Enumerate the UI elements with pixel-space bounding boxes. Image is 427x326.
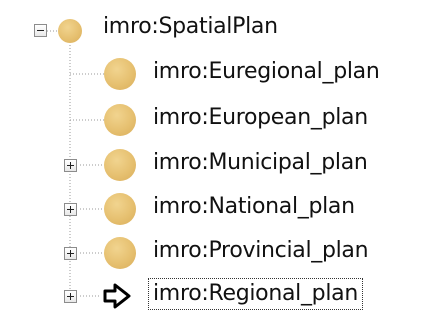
tree-node-label: imro:European_plan <box>153 105 368 130</box>
arrow-right-icon <box>103 283 131 309</box>
class-icon <box>58 19 82 43</box>
collapse-toggle[interactable] <box>34 24 47 37</box>
expand-toggle[interactable] <box>64 203 77 216</box>
tree-node-label: imro:Regional_plan <box>148 278 363 310</box>
tree-node-european-plan[interactable]: imro:European_plan <box>0 100 427 140</box>
tree-node-provincial-plan[interactable]: imro:Provincial_plan <box>0 233 427 273</box>
class-hierarchy-tree: imro:SpatialPlan imro:Euregional_plan im… <box>0 0 427 326</box>
class-icon <box>104 58 136 90</box>
expand-toggle[interactable] <box>64 159 77 172</box>
tree-node-national-plan[interactable]: imro:National_plan <box>0 189 427 229</box>
tree-node-regional-plan[interactable]: imro:Regional_plan <box>0 276 427 316</box>
class-icon <box>104 193 136 225</box>
tree-node-label: imro:SpatialPlan <box>103 14 278 39</box>
tree-node-euregional-plan[interactable]: imro:Euregional_plan <box>0 54 427 94</box>
class-icon <box>104 237 136 269</box>
tree-node-label: imro:Euregional_plan <box>153 59 380 84</box>
class-icon <box>104 104 136 136</box>
class-icon <box>104 149 136 181</box>
tree-node-spatialplan[interactable]: imro:SpatialPlan <box>0 11 427 51</box>
tree-node-municipal-plan[interactable]: imro:Municipal_plan <box>0 145 427 185</box>
tree-node-label: imro:Municipal_plan <box>153 150 368 175</box>
expand-toggle[interactable] <box>64 290 77 303</box>
tree-node-label: imro:National_plan <box>153 194 355 219</box>
expand-toggle[interactable] <box>64 247 77 260</box>
tree-node-label: imro:Provincial_plan <box>153 238 369 263</box>
